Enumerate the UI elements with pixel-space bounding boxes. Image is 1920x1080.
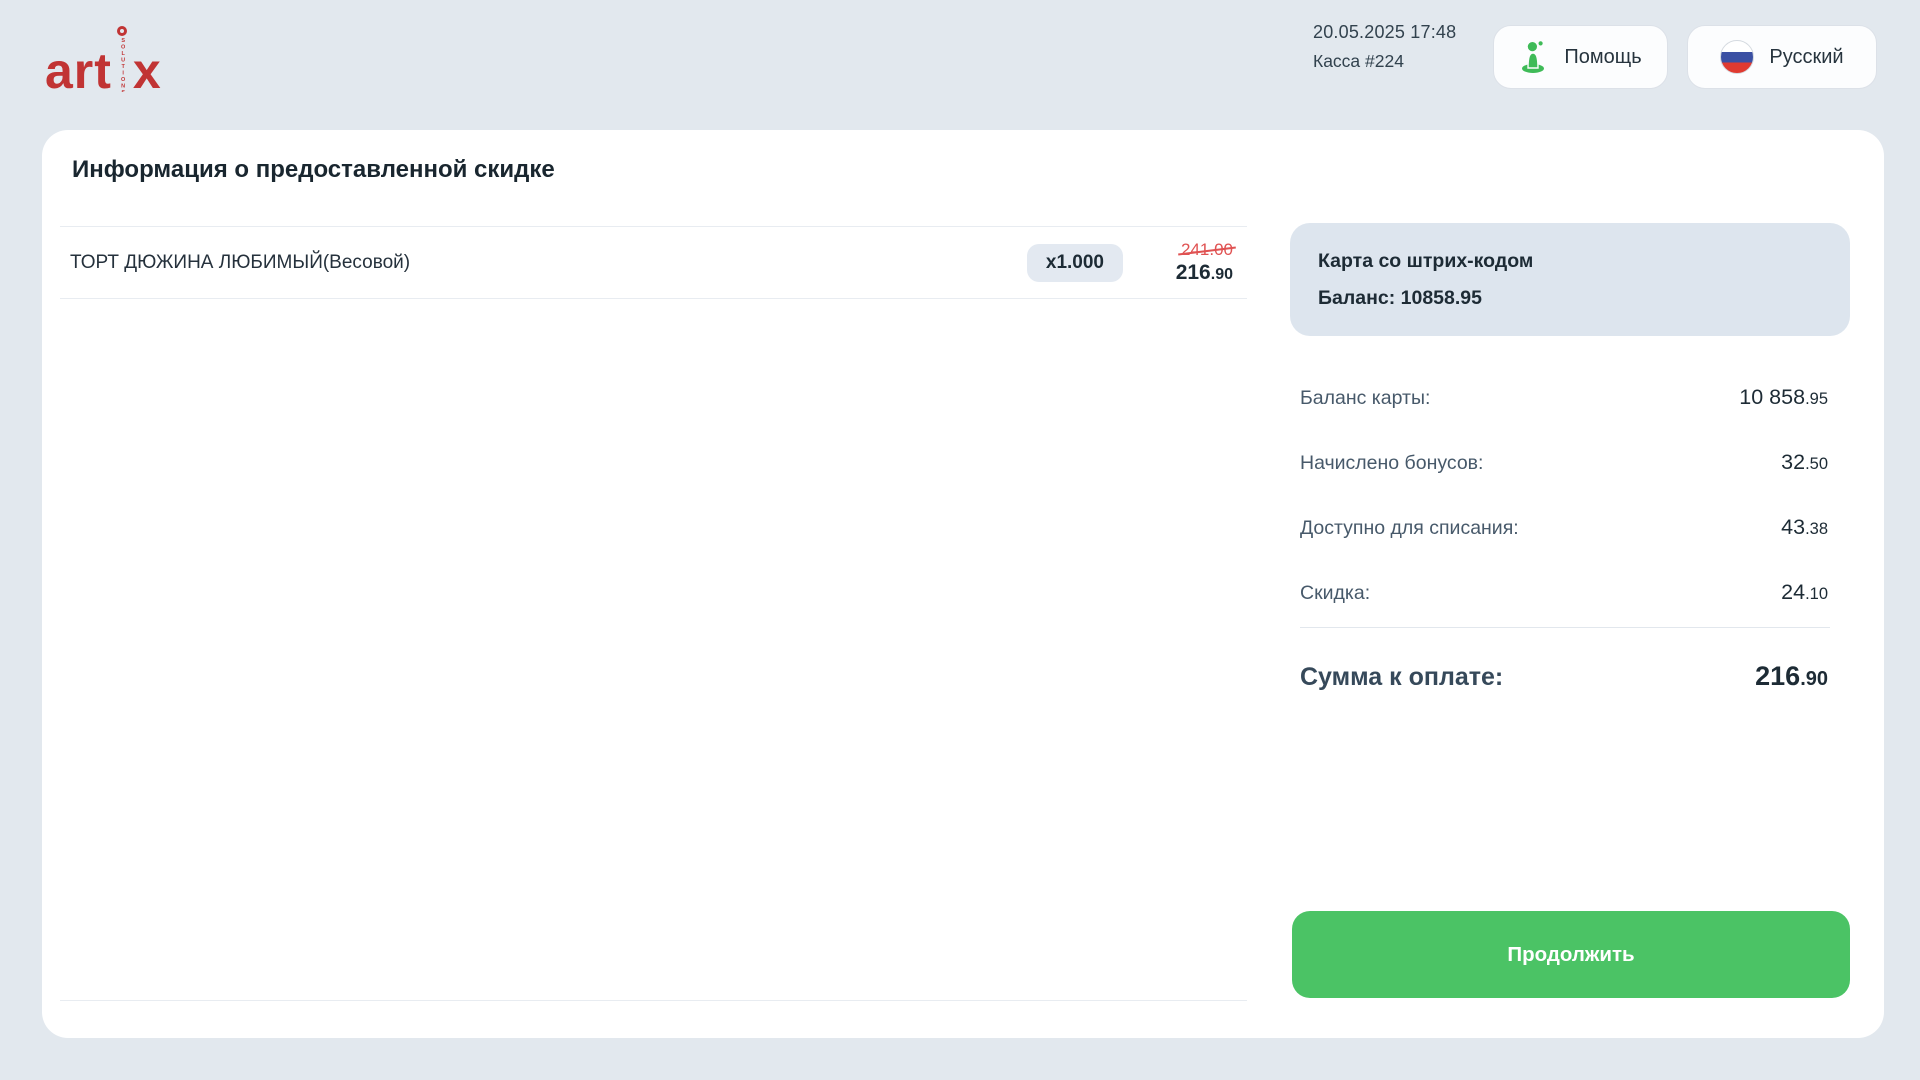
summary-value-int: 10 858: [1739, 385, 1805, 409]
summary-value-int: 24: [1781, 580, 1805, 604]
help-button-label: Помощь: [1564, 46, 1641, 69]
summary-value-dec: .95: [1805, 390, 1828, 408]
summary-value: 10 858.95: [1739, 385, 1828, 410]
language-button-label: Русский: [1769, 46, 1843, 69]
loyalty-card: Карта со штрих-кодом Баланс: 10858.95: [1290, 223, 1850, 336]
continue-button[interactable]: Продолжить: [1292, 911, 1850, 998]
total-label: Сумма к оплате:: [1300, 663, 1503, 692]
summary-value-int: 43: [1781, 515, 1805, 539]
summary-row-card-balance: Баланс карты: 10 858.95: [1300, 385, 1828, 410]
summary-label: Скидка:: [1300, 582, 1370, 605]
item-price-dec: .90: [1211, 266, 1233, 283]
item-name: ТОРТ ДЮЖИНА ЛЮБИМЫЙ(Весовой): [70, 252, 1027, 274]
summary-value-dec: .38: [1805, 520, 1828, 538]
loyalty-card-title: Карта со штрих-кодом: [1318, 250, 1822, 273]
summary-row-discount: Скидка: 24.10: [1300, 580, 1828, 605]
loyalty-card-balance: Баланс: 10858.95: [1318, 287, 1822, 310]
summary-label: Доступно для списания:: [1300, 517, 1519, 540]
list-bottom-divider: [60, 1000, 1247, 1001]
language-button[interactable]: Русский: [1687, 25, 1877, 89]
summary-value: 32.50: [1781, 450, 1828, 475]
summary-label: Начислено бонусов:: [1300, 452, 1483, 475]
total-value: 216.90: [1755, 661, 1828, 692]
logo-text-art: art: [45, 51, 112, 92]
summary-value: 24.10: [1781, 580, 1828, 605]
loyalty-summary-panel: Карта со штрих-кодом Баланс: 10858.95 Ба…: [1290, 223, 1850, 1013]
russian-flag-icon: [1720, 40, 1754, 74]
total-row: Сумма к оплате: 216.90: [1300, 661, 1828, 692]
help-button[interactable]: Помощь: [1493, 25, 1668, 89]
item-old-price: 241.00: [1181, 240, 1233, 260]
register-number: Касса #224: [1313, 51, 1456, 72]
item-price-int: 216: [1176, 261, 1211, 284]
logo-vertical-text: solutions: [120, 38, 126, 92]
summary-row-bonuses-earned: Начислено бонусов: 32.50: [1300, 450, 1828, 475]
logo-solutions-column: solutions: [115, 26, 130, 92]
summary-label: Баланс карты:: [1300, 387, 1430, 410]
summary-divider: [1300, 627, 1830, 628]
summary-value-dec: .50: [1805, 455, 1828, 473]
item-new-price: 216.90: [1163, 261, 1233, 285]
item-quantity-badge: x1.000: [1027, 244, 1123, 282]
summary-value: 43.38: [1781, 515, 1828, 540]
discount-info-card: Информация о предоставленной скидке ТОРТ…: [42, 130, 1884, 1038]
artix-logo: art solutions x: [45, 20, 162, 92]
total-value-int: 216: [1755, 661, 1800, 691]
current-datetime: 20.05.2025 17:48: [1313, 22, 1456, 43]
datetime-block: 20.05.2025 17:48 Касса #224: [1313, 22, 1456, 72]
summary-row-available-to-spend: Доступно для списания: 43.38: [1300, 515, 1828, 540]
logo-ring-icon: [117, 26, 127, 36]
help-person-icon: [1519, 40, 1549, 74]
summary-value-dec: .10: [1805, 585, 1828, 603]
summary-value-int: 32: [1781, 450, 1805, 474]
item-price-block: 241.00 216.90: [1163, 240, 1233, 285]
item-row: ТОРТ ДЮЖИНА ЛЮБИМЫЙ(Весовой) x1.000 241.…: [60, 226, 1247, 299]
page-title: Информация о предоставленной скидке: [72, 156, 555, 184]
logo-text-x: x: [133, 51, 162, 92]
total-value-dec: .90: [1800, 668, 1828, 690]
